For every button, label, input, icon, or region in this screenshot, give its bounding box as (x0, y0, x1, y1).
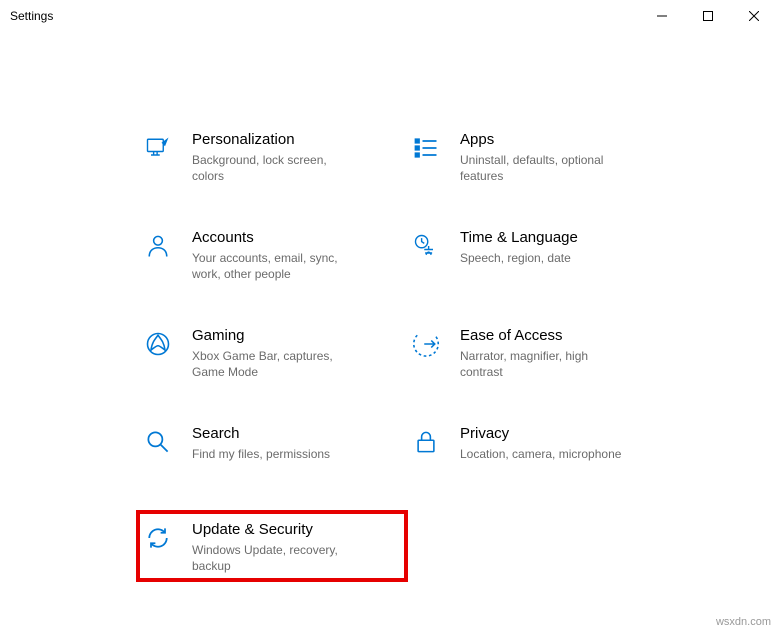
update-security-icon (138, 518, 178, 558)
category-desc: Speech, region, date (460, 250, 630, 266)
privacy-icon (406, 422, 446, 462)
category-text: Ease of Access Narrator, magnifier, high… (460, 324, 666, 380)
category-text: Time & Language Speech, region, date (460, 226, 666, 266)
category-desc: Windows Update, recovery, backup (192, 542, 362, 574)
accounts-icon (138, 226, 178, 266)
category-title: Personalization (192, 130, 398, 150)
category-apps[interactable]: Apps Uninstall, defaults, optional featu… (406, 122, 674, 190)
category-personalization[interactable]: Personalization Background, lock screen,… (138, 122, 406, 190)
watermark: wsxdn.com (716, 616, 771, 628)
category-text: Apps Uninstall, defaults, optional featu… (460, 128, 666, 184)
titlebar: Settings (0, 0, 777, 32)
category-gaming[interactable]: Gaming Xbox Game Bar, captures, Game Mod… (138, 318, 406, 386)
maximize-button[interactable] (685, 0, 731, 32)
category-title: Time & Language (460, 228, 666, 248)
category-title: Gaming (192, 326, 398, 346)
category-time-language[interactable]: Time & Language Speech, region, date (406, 220, 674, 288)
category-desc: Background, lock screen, colors (192, 152, 362, 184)
category-title: Search (192, 424, 398, 444)
close-button[interactable] (731, 0, 777, 32)
category-desc: Location, camera, microphone (460, 446, 630, 462)
maximize-icon (703, 11, 713, 21)
category-title: Update & Security (192, 520, 398, 540)
category-title: Ease of Access (460, 326, 666, 346)
category-text: Privacy Location, camera, microphone (460, 422, 666, 462)
minimize-icon (657, 11, 667, 21)
category-text: Search Find my files, permissions (192, 422, 398, 462)
gaming-icon (138, 324, 178, 364)
category-desc: Xbox Game Bar, captures, Game Mode (192, 348, 362, 380)
time-language-icon (406, 226, 446, 266)
category-title: Apps (460, 130, 666, 150)
category-title: Privacy (460, 424, 666, 444)
ease-of-access-icon (406, 324, 446, 364)
window-controls (639, 0, 777, 32)
category-text: Personalization Background, lock screen,… (192, 128, 398, 184)
category-privacy[interactable]: Privacy Location, camera, microphone (406, 416, 674, 468)
category-search[interactable]: Search Find my files, permissions (138, 416, 406, 468)
category-text: Accounts Your accounts, email, sync, wor… (192, 226, 398, 282)
close-icon (749, 11, 759, 21)
category-update-security[interactable]: Update & Security Windows Update, recove… (138, 512, 406, 580)
category-desc: Uninstall, defaults, optional features (460, 152, 630, 184)
category-desc: Narrator, magnifier, high contrast (460, 348, 630, 380)
category-accounts[interactable]: Accounts Your accounts, email, sync, wor… (138, 220, 406, 288)
minimize-button[interactable] (639, 0, 685, 32)
category-desc: Your accounts, email, sync, work, other … (192, 250, 362, 282)
category-title: Accounts (192, 228, 398, 248)
search-icon (138, 422, 178, 462)
personalization-icon (138, 128, 178, 168)
category-text: Update & Security Windows Update, recove… (192, 518, 398, 574)
category-text: Gaming Xbox Game Bar, captures, Game Mod… (192, 324, 398, 380)
window-title: Settings (10, 9, 53, 23)
apps-icon (406, 128, 446, 168)
category-ease-of-access[interactable]: Ease of Access Narrator, magnifier, high… (406, 318, 674, 386)
category-desc: Find my files, permissions (192, 446, 362, 462)
settings-grid: Personalization Background, lock screen,… (0, 32, 777, 580)
